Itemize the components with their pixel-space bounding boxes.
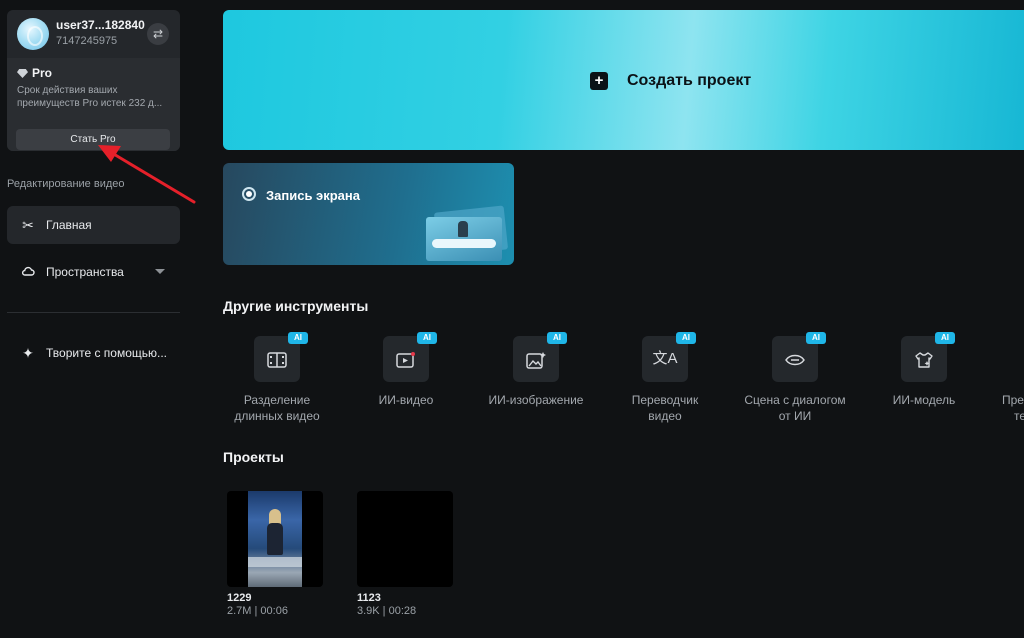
project-name: 1229	[227, 592, 252, 604]
diamond-icon	[17, 69, 28, 78]
project-meta: 2.7M | 00:06	[227, 605, 288, 617]
screen-record-illustration	[426, 205, 509, 261]
project-card[interactable]: 1229 2.7M | 00:06	[227, 491, 323, 621]
pro-title: Pro	[17, 66, 52, 80]
section-label-video-editing: Редактирование видео	[7, 178, 125, 190]
tool-label: Сцена с диалогом от ИИ	[744, 393, 846, 423]
account-card: user37...182840 7147245975 ⇄ Pro Срок де…	[7, 10, 180, 151]
projects-title: Проекты	[223, 449, 284, 465]
pro-title-label: Pro	[32, 66, 53, 80]
tool-label: Пре те	[1002, 393, 1024, 422]
ai-badge: AI	[288, 332, 308, 344]
project-thumbnail[interactable]	[227, 491, 323, 587]
sidebar-item-label: Творите с помощью...	[46, 346, 168, 360]
tool-label: ИИ-модель	[892, 393, 956, 407]
sidebar-item-home[interactable]: ✂ Главная	[7, 206, 180, 244]
swap-icon: ⇄	[152, 27, 164, 41]
switch-account-button[interactable]: ⇄	[147, 23, 169, 45]
become-pro-button[interactable]: Стать Pro	[16, 129, 170, 150]
sidebar-item-label: Пространства	[46, 265, 124, 279]
chevron-down-icon[interactable]	[155, 269, 165, 274]
tool-ai-image[interactable]: AI ИИ-изображение	[482, 332, 611, 422]
username: user37...182840	[56, 18, 145, 32]
tool-label: Переводчик видео	[631, 393, 699, 423]
ai-badge: AI	[935, 332, 955, 344]
tool-ai-dialog-scene[interactable]: AI Сцена с диалогом от ИИ	[741, 332, 870, 423]
pro-section: Pro Срок действия ваших преимуществ Pro …	[7, 58, 180, 151]
create-project-label: Создать проект	[627, 72, 752, 89]
tool-label: ИИ-изображение	[488, 393, 584, 407]
pro-expiry-line2: преимуществ Pro истек 232 д...	[17, 98, 163, 109]
tool-ai-video[interactable]: AI ИИ-видео	[352, 332, 481, 422]
tool-video-translator[interactable]: 文A AI Переводчик видео	[611, 332, 740, 423]
avatar[interactable]	[17, 18, 49, 50]
tool-label: ИИ-видео	[378, 393, 434, 407]
ai-badge: AI	[676, 332, 696, 344]
screen-record-card[interactable]: Запись экрана	[223, 163, 514, 265]
sidebar-item-label: Главная	[46, 218, 92, 232]
pro-expiry-line1: Срок действия ваших	[17, 85, 118, 96]
project-meta: 3.9K | 00:28	[357, 605, 417, 617]
tool-label: Разделение длинных видео	[234, 393, 320, 423]
record-icon	[242, 187, 256, 201]
sparkle-icon: ✦	[22, 345, 34, 361]
sidebar-item-spaces[interactable]: Пространства	[7, 253, 180, 291]
project-card[interactable]: 1123 3.9K | 00:28	[357, 491, 453, 621]
cloud-icon	[20, 264, 36, 280]
sidebar-divider	[7, 312, 180, 313]
ai-badge: AI	[417, 332, 437, 344]
screen-record-label: Запись экрана	[266, 188, 360, 203]
user-id: 7147245975	[56, 35, 118, 47]
project-name: 1123	[357, 592, 381, 604]
tool-ai-model[interactable]: AI ИИ-модель	[870, 332, 999, 422]
pro-expiry-text: Срок действия ваших преимуществ Pro исте…	[17, 84, 175, 110]
tool-partial[interactable]: Пре те	[1000, 332, 1024, 422]
ai-badge: AI	[547, 332, 567, 344]
account-header[interactable]: user37...182840 7147245975 ⇄	[7, 10, 180, 58]
ai-badge: AI	[806, 332, 826, 344]
sidebar-item-create-with-ai[interactable]: ✦ Творите с помощью...	[7, 334, 180, 372]
scissors-icon: ✂	[22, 217, 34, 233]
project-thumbnail[interactable]	[357, 491, 453, 587]
tool-split-long-video[interactable]: AI Разделение длинных видео	[223, 332, 352, 423]
plus-icon: +	[590, 72, 608, 90]
other-tools-title: Другие инструменты	[223, 298, 369, 314]
sidebar: user37...182840 7147245975 ⇄ Pro Срок де…	[0, 0, 190, 638]
create-project-banner[interactable]: + Создать проект	[223, 10, 1024, 150]
